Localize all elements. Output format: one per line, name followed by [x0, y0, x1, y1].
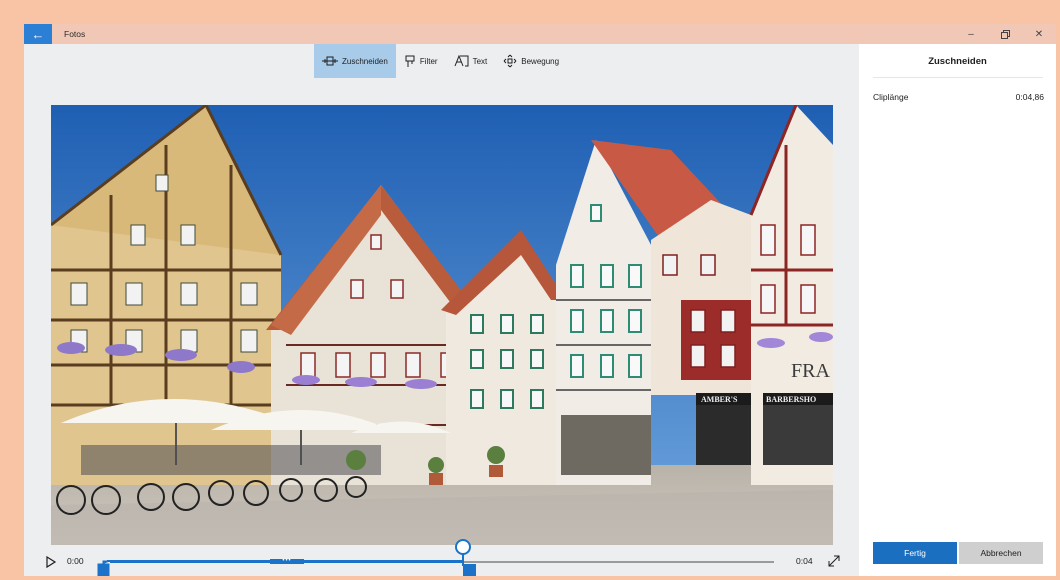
- video-frame: AMBER'S BARBERSHO FRA: [51, 105, 833, 545]
- editor-area: Zuschneiden Filter Text Bewegung AMBER'S…: [24, 44, 859, 576]
- close-button[interactable]: ✕: [1022, 24, 1056, 44]
- storefront-sign-2: BARBERSHO: [766, 395, 816, 404]
- edit-toolbar: Zuschneiden Filter Text Bewegung: [314, 44, 567, 78]
- tool-label: Filter: [419, 56, 438, 66]
- video-preview: AMBER'S BARBERSHO FRA: [51, 105, 833, 545]
- trim-icon: [322, 56, 338, 66]
- motion-icon: [503, 54, 517, 68]
- tool-trim[interactable]: Zuschneiden: [314, 44, 396, 78]
- app-title: Fotos: [64, 29, 86, 39]
- panel-divider: [873, 77, 1043, 78]
- time-end: 0:04: [796, 556, 813, 566]
- trim-end-handle[interactable]: [462, 560, 477, 576]
- facade-lettering: FRA: [791, 360, 830, 382]
- restore-button[interactable]: [988, 24, 1022, 44]
- time-start: 0:00: [67, 556, 84, 566]
- tool-label: Text: [472, 56, 488, 66]
- tool-motion[interactable]: Bewegung: [495, 44, 567, 78]
- close-icon: ✕: [1034, 28, 1044, 40]
- storefront-sign-1: AMBER'S: [701, 395, 738, 404]
- text-icon: [454, 55, 469, 67]
- minimize-button[interactable]: –: [954, 24, 988, 44]
- arrow-left-icon: ←: [31, 26, 45, 42]
- tool-text[interactable]: Text: [446, 44, 496, 78]
- timeline: 0:00 ••• 0:04: [24, 539, 859, 576]
- cancel-button[interactable]: Abbrechen: [959, 542, 1043, 564]
- trim-start-handle[interactable]: [97, 560, 112, 576]
- back-button[interactable]: ←: [24, 24, 52, 44]
- done-button[interactable]: Fertig: [873, 542, 957, 564]
- play-icon[interactable]: [44, 555, 58, 569]
- photos-app-window: ← Fotos – ✕ Zuschneiden Filter Text Bewe…: [24, 24, 1056, 576]
- restore-icon: [1000, 29, 1010, 39]
- window-controls: – ✕: [954, 24, 1056, 44]
- trim-panel: Zuschneiden Cliplänge 0:04,86 Fertig Abb…: [859, 44, 1056, 576]
- tool-filter[interactable]: Filter: [396, 44, 446, 78]
- title-bar: ← Fotos – ✕: [24, 24, 1056, 44]
- tool-label: Bewegung: [521, 56, 560, 66]
- tool-label: Zuschneiden: [342, 56, 388, 66]
- panel-title: Zuschneiden: [928, 56, 987, 67]
- clip-length-value: 0:04,86: [1015, 92, 1044, 102]
- expand-icon[interactable]: [828, 555, 840, 567]
- minimize-icon: –: [968, 28, 974, 40]
- playhead-knob[interactable]: [455, 539, 471, 555]
- filter-icon: [405, 55, 415, 67]
- selection-drag-handle[interactable]: •••: [270, 558, 304, 564]
- clip-length-label: Cliplänge: [873, 92, 909, 102]
